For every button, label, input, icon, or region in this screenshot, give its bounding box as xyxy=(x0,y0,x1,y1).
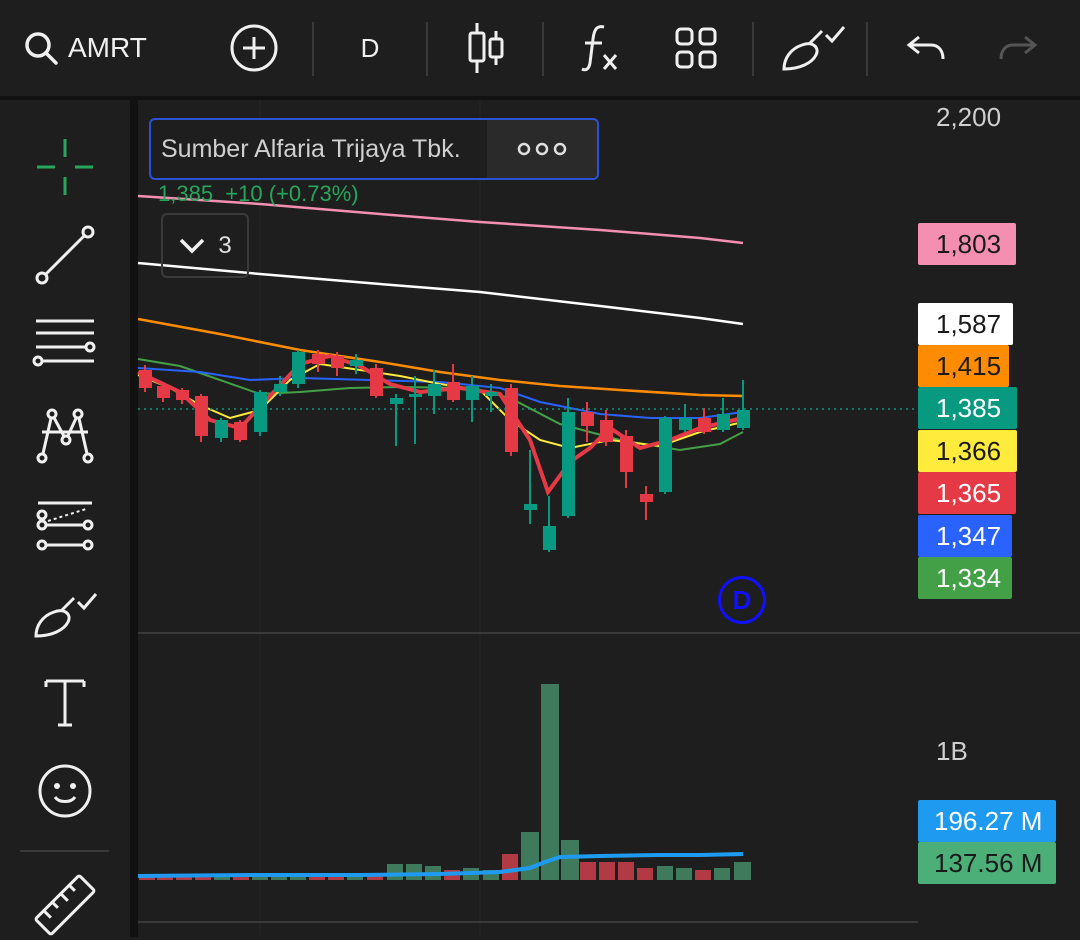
candle xyxy=(254,390,267,436)
price-tag-last: 1,385 xyxy=(918,387,1017,429)
candle xyxy=(620,430,633,488)
candles xyxy=(139,350,750,552)
price-tag-value: 1,347 xyxy=(936,520,1002,551)
volume-bar xyxy=(714,868,730,880)
volume-bar xyxy=(734,862,751,880)
more-dots-icon xyxy=(517,142,567,156)
volume-bar xyxy=(618,862,634,880)
price-tag-value: 1,385 xyxy=(936,392,1002,423)
price-tag-blue: 1,347 xyxy=(918,515,1012,557)
candle xyxy=(737,380,750,430)
candle xyxy=(717,398,730,432)
volume-bar xyxy=(541,684,559,880)
candle xyxy=(543,496,556,552)
legend-more-button[interactable] xyxy=(487,120,597,178)
volume-bar xyxy=(676,868,692,880)
volume-tag: 137.56 M xyxy=(918,842,1056,884)
price-tag-value: 1,415 xyxy=(936,350,1002,381)
volume-bar xyxy=(599,862,615,880)
volume-bar xyxy=(406,864,422,880)
pane-separator[interactable] xyxy=(138,632,1080,634)
dividend-badge[interactable]: D xyxy=(718,576,766,624)
candle xyxy=(505,384,518,456)
candle xyxy=(698,408,711,434)
legend-indicator-count: 3 xyxy=(218,231,232,259)
volume-bar xyxy=(657,866,673,880)
volume-bar xyxy=(521,832,539,880)
candle xyxy=(659,416,672,494)
volume-tag-value: 196.27 M xyxy=(934,805,1043,836)
price-tag-value: 1,365 xyxy=(936,477,1002,508)
candle xyxy=(581,402,594,442)
volume-bar xyxy=(637,868,653,880)
price-tag-orange: 1,415 xyxy=(918,345,1009,387)
price-tag-pink: 1,803 xyxy=(918,223,1016,265)
volume-bar xyxy=(387,864,403,880)
candle xyxy=(370,364,383,398)
legend-symbol-name: Sumber Alfaria Trijaya Tbk. xyxy=(161,134,461,163)
volume-bar xyxy=(695,870,711,880)
candle xyxy=(176,388,189,404)
volume-tag-value: 137.56 M xyxy=(934,847,1043,878)
candle xyxy=(215,418,228,442)
price-tag-green: 1,334 xyxy=(918,557,1012,599)
price-tag-value: 1,803 xyxy=(936,228,1002,259)
volume-ma-tag: 196.27 M xyxy=(918,800,1056,842)
legend-price-change: 1,385 +10 (+0.73%) xyxy=(158,181,359,206)
candle xyxy=(640,486,653,520)
candle xyxy=(292,350,305,388)
price-tag-value: 1,366 xyxy=(936,435,1002,466)
candle xyxy=(679,404,692,432)
candle xyxy=(447,364,460,402)
price-tag-red: 1,365 xyxy=(918,472,1016,514)
candle xyxy=(524,450,537,524)
candle xyxy=(234,420,247,442)
candle xyxy=(195,394,208,442)
volume-bar xyxy=(561,840,579,880)
chevron-down-icon xyxy=(178,237,206,255)
volume-bar xyxy=(580,862,596,880)
candle xyxy=(428,370,441,414)
price-tag-yellow: 1,366 xyxy=(918,430,1017,472)
volume-bars xyxy=(139,684,751,880)
price-axis-label: 2,200 xyxy=(936,102,1002,132)
candle xyxy=(466,376,479,422)
candle xyxy=(390,394,403,446)
candle xyxy=(562,398,575,518)
price-tag-value: 1,334 xyxy=(936,562,1002,593)
volume-bar xyxy=(502,854,518,880)
price-tag-white: 1,587 xyxy=(918,303,1013,345)
legend-symbol-box[interactable]: Sumber Alfaria Trijaya Tbk. xyxy=(149,118,599,180)
volume-axis-label: 1B xyxy=(936,736,968,766)
price-tag-value: 1,587 xyxy=(936,308,1002,339)
legend-collapse-button[interactable]: 3 xyxy=(161,213,249,278)
